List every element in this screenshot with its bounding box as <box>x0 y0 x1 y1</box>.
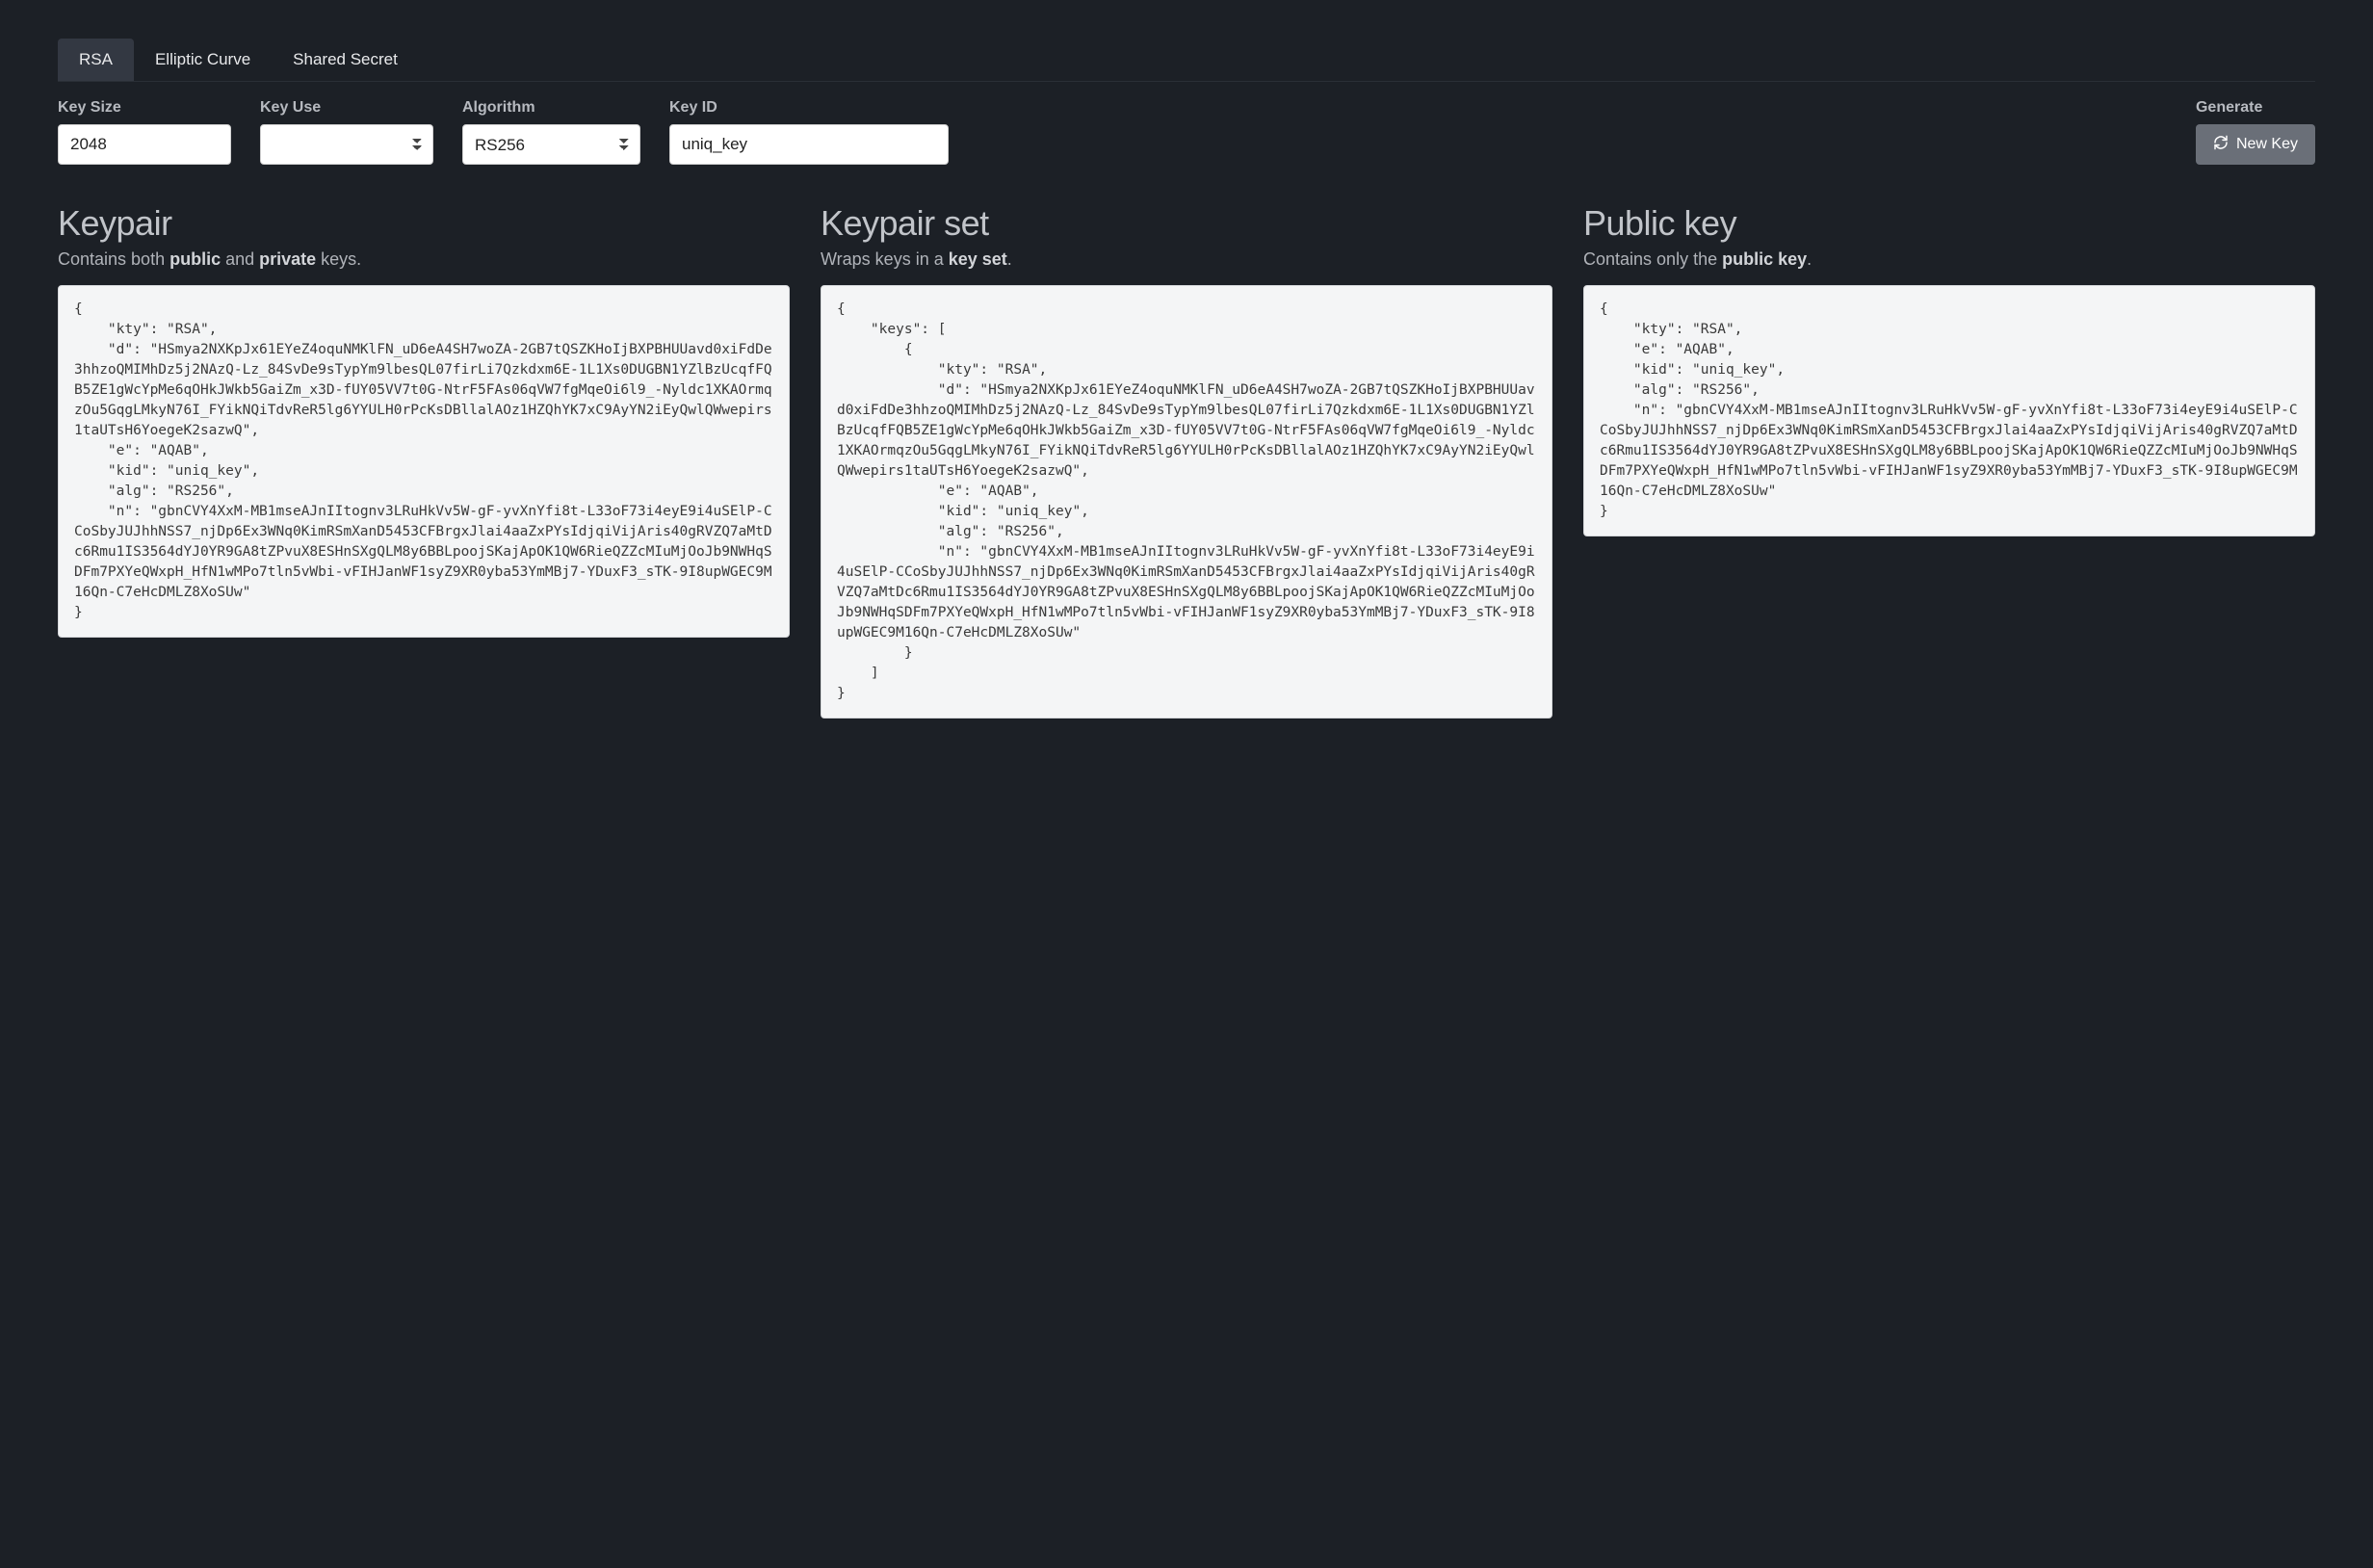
generate-label: Generate <box>2196 99 2315 117</box>
key-size-label: Key Size <box>58 99 231 117</box>
keypair-subtitle: Contains both public and private keys. <box>58 249 790 270</box>
new-key-button[interactable]: New Key <box>2196 124 2315 165</box>
key-size-input[interactable] <box>58 124 231 165</box>
algorithm-label: Algorithm <box>462 99 640 117</box>
key-type-tabs: RSA Elliptic Curve Shared Secret <box>58 39 2315 82</box>
keypair-set-code[interactable]: { "keys": [ { "kty": "RSA", "d": "HSmya2… <box>821 285 1552 719</box>
keypair-column: Keypair Contains both public and private… <box>58 203 790 719</box>
public-key-title: Public key <box>1583 203 2315 244</box>
key-id-input[interactable] <box>669 124 949 165</box>
tab-elliptic-curve[interactable]: Elliptic Curve <box>134 39 272 81</box>
new-key-button-label: New Key <box>2236 136 2298 153</box>
output-columns: Keypair Contains both public and private… <box>58 203 2315 719</box>
public-key-subtitle: Contains only the public key. <box>1583 249 2315 270</box>
key-use-label: Key Use <box>260 99 433 117</box>
key-id-control: Key ID <box>669 99 949 165</box>
key-size-control: Key Size <box>58 99 231 165</box>
controls-row: Key Size Key Use Algorithm RS256 Key ID … <box>58 99 2315 165</box>
tab-shared-secret[interactable]: Shared Secret <box>272 39 419 81</box>
generate-control: Generate New Key <box>2196 99 2315 165</box>
keypair-set-title: Keypair set <box>821 203 1552 244</box>
key-id-label: Key ID <box>669 99 949 117</box>
key-use-control: Key Use <box>260 99 433 165</box>
algorithm-select[interactable]: RS256 <box>462 124 640 165</box>
keypair-code[interactable]: { "kty": "RSA", "d": "HSmya2NXKpJx61EYeZ… <box>58 285 790 638</box>
key-use-select[interactable] <box>260 124 433 165</box>
refresh-icon <box>2213 135 2229 155</box>
keypair-set-column: Keypair set Wraps keys in a key set. { "… <box>821 203 1552 719</box>
public-key-column: Public key Contains only the public key.… <box>1583 203 2315 719</box>
public-key-code[interactable]: { "kty": "RSA", "e": "AQAB", "kid": "uni… <box>1583 285 2315 536</box>
algorithm-control: Algorithm RS256 <box>462 99 640 165</box>
keypair-title: Keypair <box>58 203 790 244</box>
tab-rsa[interactable]: RSA <box>58 39 134 81</box>
keypair-set-subtitle: Wraps keys in a key set. <box>821 249 1552 270</box>
